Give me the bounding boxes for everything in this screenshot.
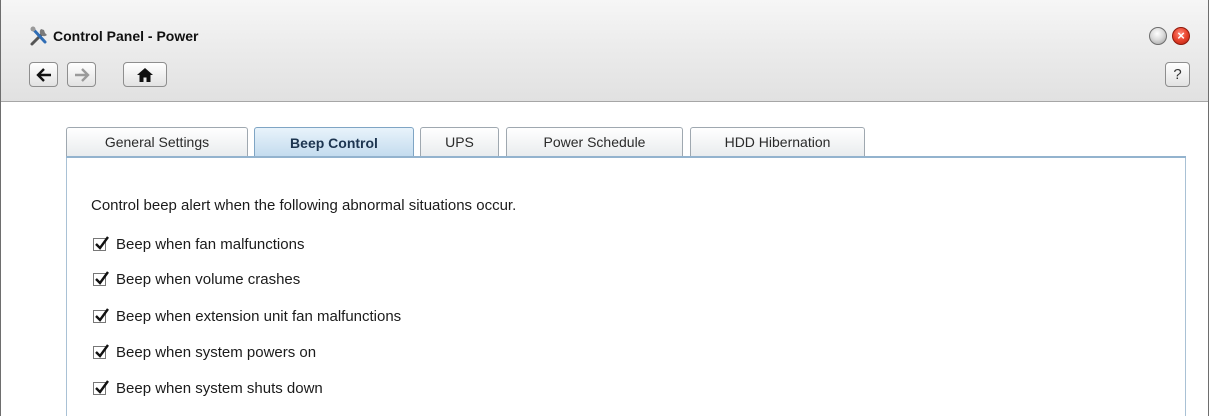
close-button[interactable]: × bbox=[1172, 27, 1190, 45]
panel-description: Control beep alert when the following ab… bbox=[91, 197, 517, 214]
checkmark-icon bbox=[95, 344, 109, 358]
option-system-powers-on[interactable]: Beep when system powers on bbox=[93, 344, 316, 361]
arrow-right-icon bbox=[74, 67, 90, 82]
checkmark-icon bbox=[95, 380, 109, 394]
option-extension-fan-malfunction[interactable]: Beep when extension unit fan malfunction… bbox=[93, 308, 401, 325]
fan-malfunction-checkbox[interactable] bbox=[93, 236, 109, 251]
content-area: General Settings Beep Control UPS Power … bbox=[2, 102, 1207, 416]
home-button[interactable] bbox=[123, 62, 167, 87]
forward-button[interactable] bbox=[67, 62, 96, 87]
option-label: Beep when extension unit fan malfunction… bbox=[116, 308, 402, 325]
tools-icon bbox=[29, 25, 51, 47]
control-panel-window: Control Panel - Power × ? General Settin… bbox=[0, 0, 1209, 416]
arrow-left-icon bbox=[35, 67, 51, 82]
option-fan-malfunction[interactable]: Beep when fan malfunctions bbox=[93, 236, 304, 253]
checkmark-icon bbox=[95, 308, 109, 322]
option-label: Beep when system shuts down bbox=[116, 380, 323, 397]
checkmark-icon bbox=[95, 236, 109, 250]
extension-fan-checkbox[interactable] bbox=[93, 308, 109, 323]
tab-ups[interactable]: UPS bbox=[420, 127, 499, 156]
volume-crash-checkbox[interactable] bbox=[93, 271, 109, 286]
option-label: Beep when volume crashes bbox=[116, 271, 301, 288]
tab-hdd-hibernation[interactable]: HDD Hibernation bbox=[690, 127, 865, 156]
option-volume-crash[interactable]: Beep when volume crashes bbox=[93, 271, 300, 288]
tab-beep-control[interactable]: Beep Control bbox=[254, 127, 414, 157]
window-title: Control Panel - Power bbox=[53, 28, 199, 44]
close-icon: × bbox=[1177, 28, 1185, 43]
minimize-button[interactable] bbox=[1149, 27, 1167, 45]
help-button[interactable]: ? bbox=[1165, 62, 1190, 87]
shuts-down-checkbox[interactable] bbox=[93, 380, 109, 395]
option-label: Beep when system powers on bbox=[116, 344, 317, 361]
checkmark-icon bbox=[95, 271, 109, 285]
back-button[interactable] bbox=[29, 62, 58, 87]
title-bar: Control Panel - Power × ? bbox=[1, 0, 1208, 102]
powers-on-checkbox[interactable] bbox=[93, 344, 109, 359]
option-label: Beep when fan malfunctions bbox=[116, 236, 305, 253]
home-icon bbox=[137, 67, 153, 82]
beep-control-panel: Control beep alert when the following ab… bbox=[66, 158, 1186, 416]
tab-general-settings[interactable]: General Settings bbox=[66, 127, 248, 156]
tab-power-schedule[interactable]: Power Schedule bbox=[506, 127, 683, 156]
option-system-shuts-down[interactable]: Beep when system shuts down bbox=[93, 380, 323, 397]
